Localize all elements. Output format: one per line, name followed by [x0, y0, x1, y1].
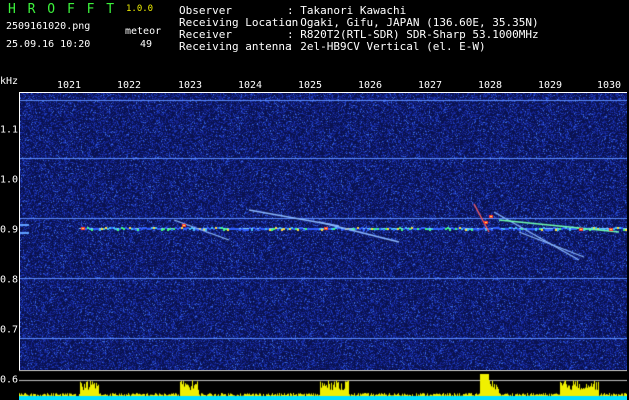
- hrofft-window: H R O F F T 1.0.0 2509161020.png meteor …: [0, 0, 629, 400]
- plot-left-border: [19, 92, 20, 370]
- y-tick: 1.0: [0, 174, 19, 186]
- y-tick: 0.6: [0, 374, 19, 386]
- x-tick: 1023: [177, 80, 203, 91]
- meteor-label: meteor: [125, 26, 162, 37]
- location-value: : Ogaki, Gifu, JAPAN (136.60E, 35.35N): [287, 16, 539, 29]
- antenna-label: Receiving antenna: [179, 40, 292, 53]
- y-tick: 0.7: [0, 324, 19, 336]
- x-tick: 1026: [357, 80, 383, 91]
- observer-label: Observer: [179, 4, 232, 17]
- timestamp: 25.09.16 10:20: [6, 39, 91, 50]
- x-tick: 1027: [417, 80, 443, 91]
- activity-strip: [19, 370, 627, 400]
- x-tick: 1030: [596, 80, 622, 91]
- x-tick: 1029: [537, 80, 563, 91]
- meteor-count: 49: [140, 39, 153, 50]
- x-tick: 1024: [237, 80, 263, 91]
- plot-top-border: [19, 92, 627, 93]
- receiver-value: : R820T2(RTL-SDR) SDR-Sharp 53.1000MHz: [287, 28, 539, 41]
- y-axis-unit: kHz: [0, 76, 19, 87]
- app-version: 1.0.0: [126, 4, 154, 14]
- spectrogram-canvas: [19, 92, 627, 370]
- y-tick: 0.9: [0, 224, 19, 236]
- x-tick: 1028: [477, 80, 503, 91]
- file-name: 2509161020.png: [6, 21, 91, 32]
- y-tick: 1.1: [0, 124, 19, 136]
- antenna-value: : 2el-HB9CV Vertical (el. E-W): [287, 40, 486, 53]
- y-tick: 0.8: [0, 274, 19, 286]
- receiver-label: Receiver: [179, 28, 232, 41]
- x-tick: 1022: [116, 80, 142, 91]
- location-label: Receiving Location: [179, 16, 299, 29]
- observer-value: : Takanori Kawachi: [287, 4, 407, 17]
- app-logo: H R O F F T: [8, 2, 117, 17]
- x-tick: 1021: [56, 80, 82, 91]
- x-tick: 1025: [297, 80, 323, 91]
